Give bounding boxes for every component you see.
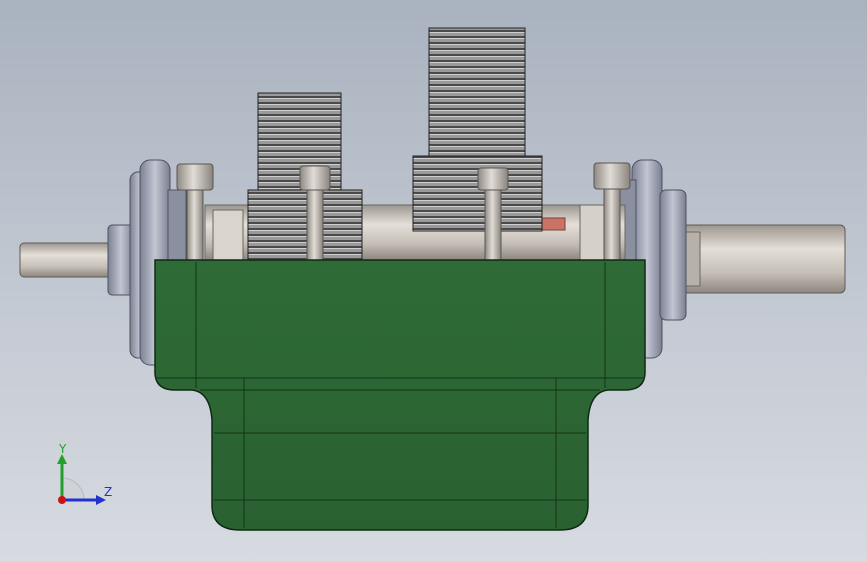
left-shaft[interactable] bbox=[19, 242, 121, 278]
y-axis-label: Y bbox=[58, 442, 67, 456]
graphics-viewport[interactable]: Y Z bbox=[0, 0, 867, 562]
x-axis-origin bbox=[58, 496, 66, 504]
gearbox-assembly-model[interactable] bbox=[0, 0, 867, 562]
right-shaft[interactable] bbox=[679, 224, 846, 294]
gearbox-housing[interactable] bbox=[154, 259, 646, 531]
key-accent bbox=[539, 217, 566, 231]
axis-triad: Y Z bbox=[57, 442, 112, 505]
small-gear-lower[interactable] bbox=[247, 189, 363, 261]
triad-plane bbox=[61, 477, 85, 501]
z-axis-label: Z bbox=[104, 485, 112, 499]
large-gear-lower[interactable] bbox=[412, 155, 543, 232]
large-gear-upper[interactable] bbox=[428, 27, 526, 159]
